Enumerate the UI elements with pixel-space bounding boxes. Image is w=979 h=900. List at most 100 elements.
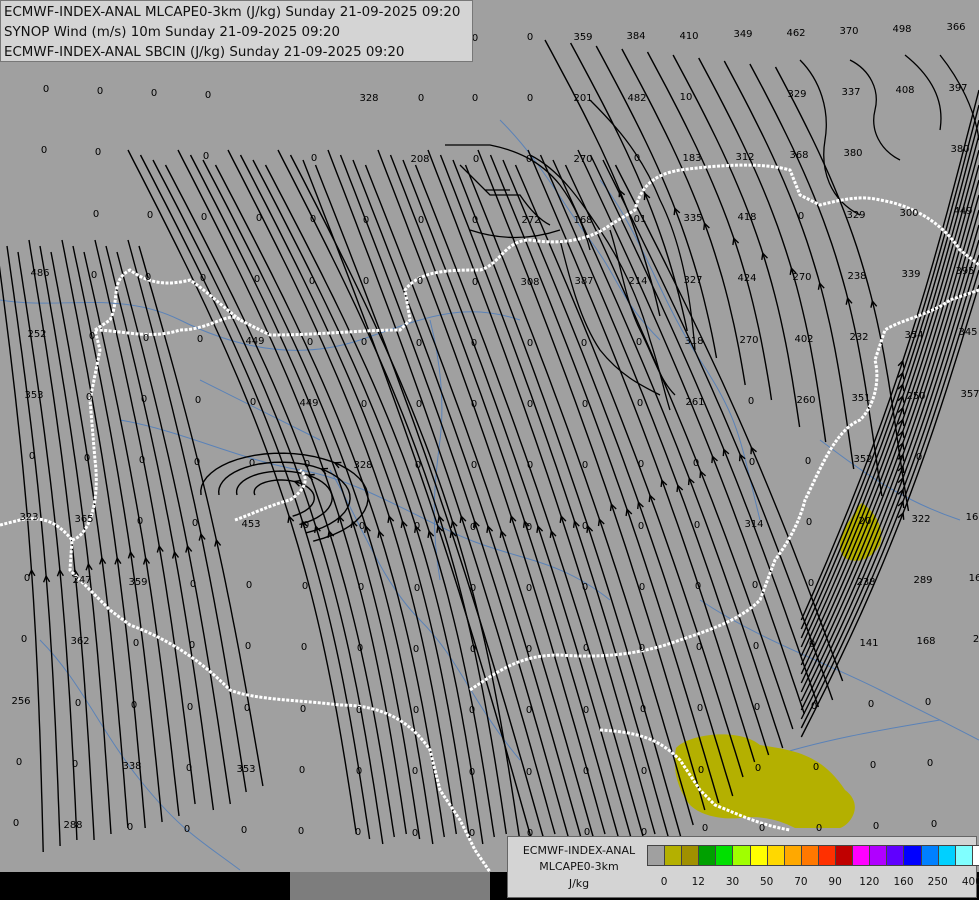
cin-value-label: 0 xyxy=(307,337,313,348)
legend-tick-label: 400 xyxy=(961,876,979,888)
cin-value-label: 252 xyxy=(27,329,46,340)
cin-value-label: 168 xyxy=(573,215,592,226)
cin-value-label: 0 xyxy=(417,276,423,287)
cin-value-label: 256 xyxy=(11,696,30,707)
cin-value-label: 424 xyxy=(737,273,756,284)
cin-value-label: 337 xyxy=(841,87,860,98)
cin-value-label: 0 xyxy=(249,458,255,469)
cin-value-label: 0 xyxy=(309,276,315,287)
cin-value-label: 0 xyxy=(303,520,309,531)
cin-value-label: 0 xyxy=(16,757,22,768)
cin-value-label: 308 xyxy=(520,277,539,288)
legend-tick-label: 12 xyxy=(691,876,705,888)
cin-value-label: 0 xyxy=(200,273,206,284)
cin-value-label: 354 xyxy=(904,330,923,341)
cin-value-label: 0 xyxy=(151,88,157,99)
legend-swatch xyxy=(921,845,939,866)
legend-swatch xyxy=(955,845,973,866)
cin-value-label: 0 xyxy=(186,763,192,774)
cin-value-label: 0 xyxy=(190,579,196,590)
cin-value-label: 0 xyxy=(696,642,702,653)
cin-value-label: 0 xyxy=(527,32,533,43)
cin-value-label: 0 xyxy=(301,642,307,653)
cin-value-label: 0 xyxy=(702,823,708,834)
cin-value-label: 0 xyxy=(244,703,250,714)
cin-value-label: 328 xyxy=(353,460,372,471)
cin-value-label: 0 xyxy=(203,151,209,162)
cin-value-label: 214 xyxy=(628,276,647,287)
cin-value-label: 0 xyxy=(473,154,479,165)
legend-swatch xyxy=(818,845,837,866)
cin-value-label: 339 xyxy=(901,269,920,280)
cin-value-label: 0 xyxy=(131,700,137,711)
cin-value-label: 0 xyxy=(310,214,316,225)
cin-value-label: 0 xyxy=(299,765,305,776)
cin-value-label: 0 xyxy=(805,456,811,467)
cin-value-label: 0 xyxy=(641,766,647,777)
cin-value-label: 370 xyxy=(839,26,858,37)
cin-value-label: 0 xyxy=(526,583,532,594)
cin-value-label: 0 xyxy=(89,331,95,342)
legend-swatch xyxy=(784,845,802,866)
cin-value-label: 329 xyxy=(787,89,806,100)
cin-value-label: 0 xyxy=(139,455,145,466)
cin-value-label: 0 xyxy=(86,392,92,403)
cin-value-label: 0 xyxy=(256,213,262,224)
cin-value-label: 16 xyxy=(966,512,979,523)
cin-value-label: 272 xyxy=(521,215,540,226)
cin-value-label: 0 xyxy=(583,643,589,654)
cin-value-label: 0 xyxy=(241,825,247,836)
cin-value-label: 0 xyxy=(582,582,588,593)
legend-unit: J/kg xyxy=(568,877,590,890)
cin-value-label: 418 xyxy=(737,212,756,223)
legend-tick-label: 30 xyxy=(725,876,740,888)
cin-value-label: 328 xyxy=(359,93,378,104)
cin-value-label: 0 xyxy=(808,578,814,589)
cin-value-label: 0 xyxy=(870,760,876,771)
cin-value-label: 0 xyxy=(416,338,422,349)
legend-tick-label: 250 xyxy=(927,876,948,888)
cin-value-label: 208 xyxy=(410,154,429,165)
cin-value-label: 353 xyxy=(24,390,43,401)
cin-value-label: 357 xyxy=(960,389,979,400)
cin-value-label: 0 xyxy=(254,274,260,285)
legend-tick-label: 50 xyxy=(760,876,774,888)
cin-value-label: 0 xyxy=(526,644,532,655)
cin-value-label: 353 xyxy=(236,764,255,775)
map-bottom-strip xyxy=(290,872,490,900)
cin-value-label: 0 xyxy=(755,763,761,774)
cin-value-label: 0 xyxy=(639,643,645,654)
cin-value-label: 0 xyxy=(133,638,139,649)
cin-value-label: 0 xyxy=(187,702,193,713)
cin-value-label: 0 xyxy=(925,697,931,708)
cin-value-label: 0 xyxy=(250,397,256,408)
cin-value-label: 0 xyxy=(361,399,367,410)
cin-value-label: 0 xyxy=(91,270,97,281)
cin-value-label: 368 xyxy=(789,150,808,161)
cin-value-label: 0 xyxy=(916,452,922,463)
cin-value-label: 349 xyxy=(733,29,752,40)
cin-value-label: 0 xyxy=(469,705,475,716)
legend-swatches xyxy=(647,845,979,866)
cin-value-label: 0 xyxy=(189,640,195,651)
cin-value-label: 0 xyxy=(469,828,475,839)
cin-value-label: 408 xyxy=(895,85,914,96)
cin-value-label: 0 xyxy=(84,453,90,464)
cin-value-label: 0 xyxy=(418,215,424,226)
legend-swatch xyxy=(904,845,922,866)
cin-value-label: 0 xyxy=(527,338,533,349)
cin-value-label: 0 xyxy=(414,521,420,532)
cin-value-label: 0 xyxy=(356,705,362,716)
cin-value-label: 453 xyxy=(241,519,260,530)
legend-tick-label: 90 xyxy=(828,876,842,888)
cin-value-label: 0 xyxy=(927,758,933,769)
cin-value-label: 0 xyxy=(472,277,478,288)
cin-value-label: 365 xyxy=(74,514,93,525)
cin-value-label: 0 xyxy=(813,762,819,773)
legend-swatch xyxy=(870,845,888,866)
cin-value-label: 247 xyxy=(72,575,91,586)
cin-value-label: 0 xyxy=(246,580,252,591)
cin-value-label: 0 xyxy=(43,84,49,95)
cin-value-label: 270 xyxy=(792,272,811,283)
cin-value-label: 0 xyxy=(412,828,418,839)
